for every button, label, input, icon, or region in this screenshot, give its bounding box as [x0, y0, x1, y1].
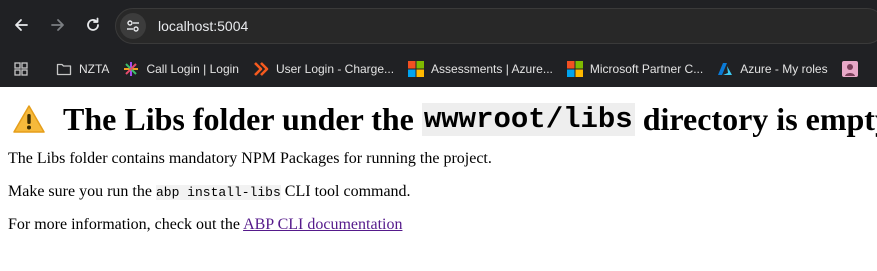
install-text-start: Make sure you run the	[8, 183, 152, 200]
chargebee-icon	[253, 61, 269, 77]
heading-text-end: directory is empty!	[642, 100, 877, 137]
apps-grid-icon[interactable]	[14, 61, 28, 77]
more-info-text: For more information, check out the	[8, 216, 240, 233]
bookmark-label: Call Login | Login	[146, 62, 239, 76]
bookmark-label: NZTA	[79, 62, 110, 76]
bookmark-label: Azure - My roles	[740, 62, 828, 76]
address-bar[interactable]: localhost:5004	[115, 8, 877, 44]
heading-text-start: The Libs folder under the	[63, 100, 414, 137]
tune-icon	[127, 20, 139, 32]
paragraph-more-info: For more information, check out the ABP …	[8, 216, 877, 234]
bookmark-assessments[interactable]: Assessments | Azure...	[408, 55, 553, 83]
reload-icon	[87, 17, 99, 31]
browser-toolbar: localhost:5004	[0, 0, 877, 51]
bookmark-call-login[interactable]: Call Login | Login	[123, 55, 239, 83]
microsoft-icon	[566, 61, 583, 77]
heading-code-path: wwwroot/libs	[421, 102, 635, 136]
bookmarks-bar: NZTA Call Login | Login User Login - Cha…	[0, 51, 877, 87]
bookmark-label: User Login - Charge...	[275, 62, 395, 76]
install-command-code: abp install-libs	[155, 185, 281, 200]
bookmark-profile-avatar[interactable]	[841, 55, 865, 83]
bookmark-azure-roles[interactable]: Azure - My roles	[717, 55, 828, 83]
page-title: The Libs folder under the wwwroot/libs d…	[8, 87, 877, 139]
bookmark-chargebee[interactable]: User Login - Charge...	[253, 55, 394, 83]
folder-icon	[56, 61, 72, 77]
back-button[interactable]	[8, 12, 34, 38]
arrow-right-icon	[51, 19, 64, 31]
paragraph-libs-info: The Libs folder contains mandatory NPM P…	[8, 150, 492, 167]
bookmark-label: Microsoft Partner C...	[589, 62, 704, 76]
browser-chrome: localhost:5004 NZTA Call Login | Login U…	[0, 0, 877, 87]
avatar-icon	[841, 61, 858, 77]
arrow-left-icon	[15, 19, 28, 31]
abp-cli-docs-link[interactable]: ABP CLI documentation	[243, 216, 402, 233]
page-content: The Libs folder under the wwwroot/libs d…	[0, 87, 877, 234]
bookmark-partner-center[interactable]: Microsoft Partner C...	[566, 55, 704, 83]
azure-icon	[717, 61, 733, 77]
warning-icon	[12, 104, 46, 134]
forward-button[interactable]	[45, 12, 71, 38]
microsoft-icon	[408, 61, 425, 77]
site-info-button[interactable]	[120, 13, 146, 39]
bookmark-nzta[interactable]: NZTA	[56, 55, 109, 83]
install-text-end: CLI tool command.	[284, 183, 411, 200]
bookmark-label: Assessments | Azure...	[431, 62, 553, 76]
url-text[interactable]: localhost:5004	[158, 18, 248, 34]
call-login-icon	[123, 61, 139, 77]
paragraph-install-command: Make sure you run the abp install-libs C…	[8, 183, 877, 201]
reload-button[interactable]	[80, 12, 106, 38]
